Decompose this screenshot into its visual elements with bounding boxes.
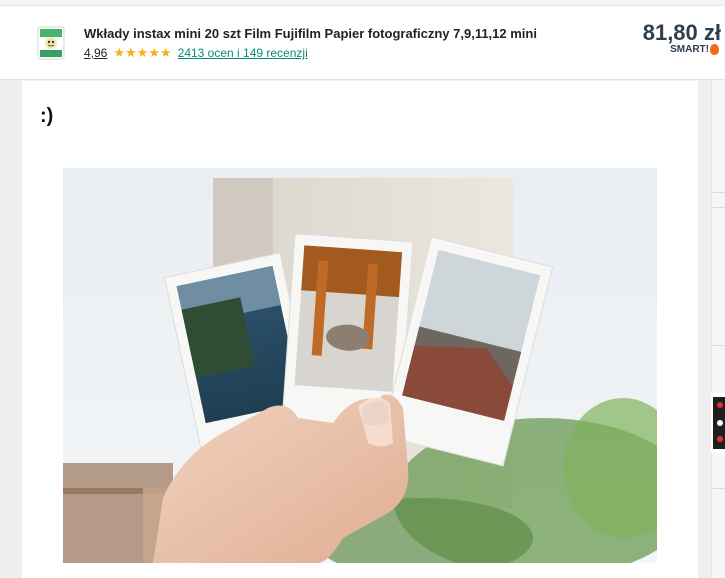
top-divider xyxy=(0,0,725,6)
description-section: :) xyxy=(22,81,698,578)
sidebar-divider xyxy=(712,207,725,208)
smart-badge-icon xyxy=(710,44,719,55)
instant-photos-illustration xyxy=(63,168,657,563)
smart-badge: SMART! xyxy=(670,44,719,55)
right-sidebar-edge xyxy=(711,80,725,578)
sidebar-divider xyxy=(712,345,725,346)
rating-value[interactable]: 4,96 xyxy=(84,46,107,60)
section-heading: :) xyxy=(40,105,54,127)
product-title[interactable]: Wkłady instax mini 20 szt Film Fujifilm … xyxy=(84,26,537,41)
reviews-link[interactable]: 2413 ocen i 149 recenzji xyxy=(178,46,308,60)
sidebar-product-thumbnail-icon[interactable] xyxy=(711,393,725,453)
rating-row: 4,96 ★★★★★ 2413 ocen i 149 recenzji xyxy=(84,45,308,61)
rating-stars-icon: ★★★★★ xyxy=(113,45,172,60)
smart-label: SMART! xyxy=(670,44,709,55)
product-thumbnail-icon[interactable] xyxy=(36,24,68,62)
sidebar-divider xyxy=(712,488,725,489)
sidebar-divider xyxy=(712,192,725,193)
product-price: 81,80 zł xyxy=(642,20,721,45)
product-photo xyxy=(63,168,657,563)
product-header-bar: Wkłady instax mini 20 szt Film Fujifilm … xyxy=(0,0,725,80)
